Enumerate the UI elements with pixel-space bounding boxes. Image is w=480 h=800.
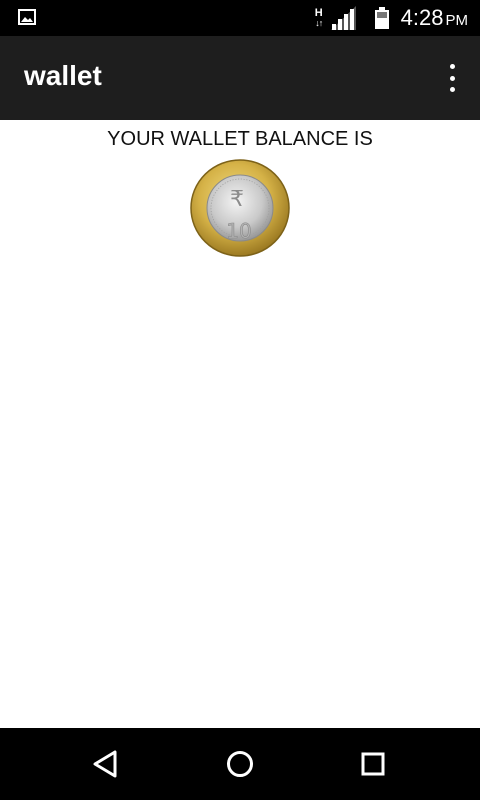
more-vert-icon[interactable] (442, 64, 462, 92)
clock-ampm: PM (445, 12, 469, 29)
image-icon (18, 9, 36, 25)
overflow-dot (449, 87, 455, 92)
coin-currency-symbol: ₹ (230, 187, 244, 212)
wallet-balance-label: YOUR WALLET BALANCE IS (107, 128, 373, 150)
clock-time: 4:28 (400, 5, 444, 30)
status-indicators: H ↓↑ 4:28 PM (315, 0, 468, 36)
back-icon[interactable] (89, 746, 125, 782)
signal-icon (330, 6, 356, 30)
coin-denomination: 10 (226, 219, 251, 243)
overflow-dot (449, 75, 455, 81)
navigation-bar (0, 728, 480, 800)
app-bar: wallet (0, 36, 480, 120)
overflow-dot (449, 64, 455, 69)
battery-icon (374, 7, 389, 29)
recent-apps-icon[interactable] (355, 746, 391, 782)
ten-rupee-coin-image: ₹ 10 (190, 159, 290, 257)
status-bar: H ↓↑ 4:28 PM (0, 0, 480, 36)
app-title: wallet (24, 60, 102, 91)
status-clock: 4:28 PM (401, 5, 468, 31)
main-content: YOUR WALLET BALANCE IS ₹ 10 (0, 120, 480, 728)
network-activity-arrows: ↓↑ (315, 18, 323, 28)
home-icon[interactable] (222, 746, 258, 782)
network-type-indicator: H ↓↑ (315, 8, 323, 28)
